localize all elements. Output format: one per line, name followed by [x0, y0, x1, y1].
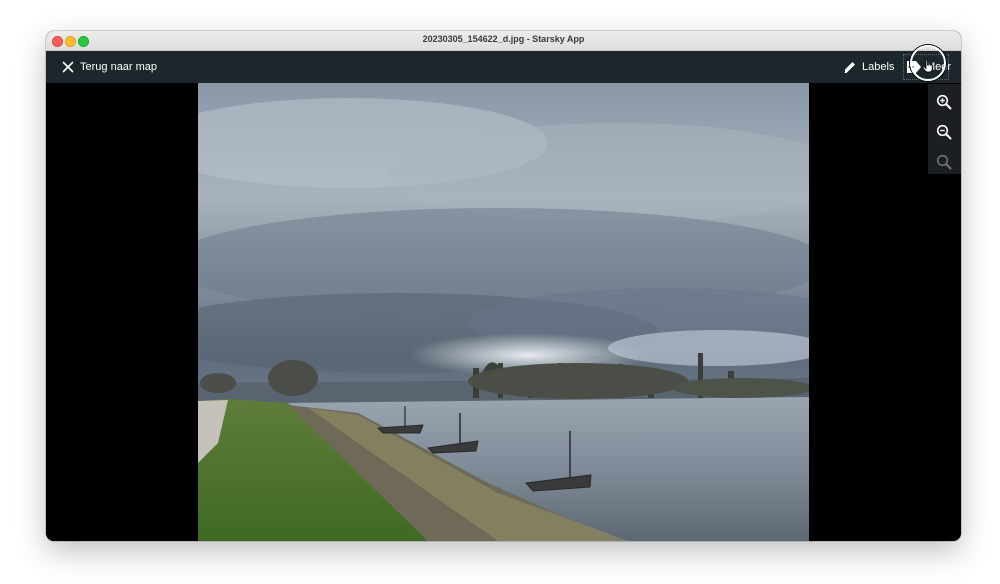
labels-label: Labels	[862, 61, 895, 73]
zoom-reset-icon	[936, 154, 952, 170]
more-label: Meer	[926, 61, 952, 73]
pencil-icon	[843, 60, 857, 74]
more-button[interactable]: Meer	[903, 54, 952, 80]
zoom-panel	[928, 84, 961, 174]
back-to-folder-label: Terug naar map	[80, 61, 158, 73]
label-tag-icon	[906, 60, 922, 74]
back-to-folder-button[interactable]: Terug naar map	[62, 58, 157, 76]
zoom-reset-button[interactable]	[934, 152, 954, 172]
zoom-out-icon	[936, 124, 952, 140]
window-title: 20230305_154622_d.jpg - Starsky App	[422, 34, 585, 44]
viewer-toolbar: Terug naar map Labels Meer	[46, 51, 961, 83]
landscape-photo-image	[198, 83, 809, 541]
zoom-in-button[interactable]	[934, 92, 954, 112]
labels-button[interactable]: Labels	[843, 58, 894, 76]
zoom-out-button[interactable]	[934, 122, 954, 142]
app-window: 20230305_154622_d.jpg - Starsky App Teru…	[46, 31, 961, 541]
image-viewer	[46, 83, 961, 541]
title-bar: 20230305_154622_d.jpg - Starsky App	[46, 31, 961, 51]
landscape-photo[interactable]	[198, 83, 809, 541]
zoom-in-icon	[936, 94, 952, 110]
close-icon	[62, 61, 74, 73]
